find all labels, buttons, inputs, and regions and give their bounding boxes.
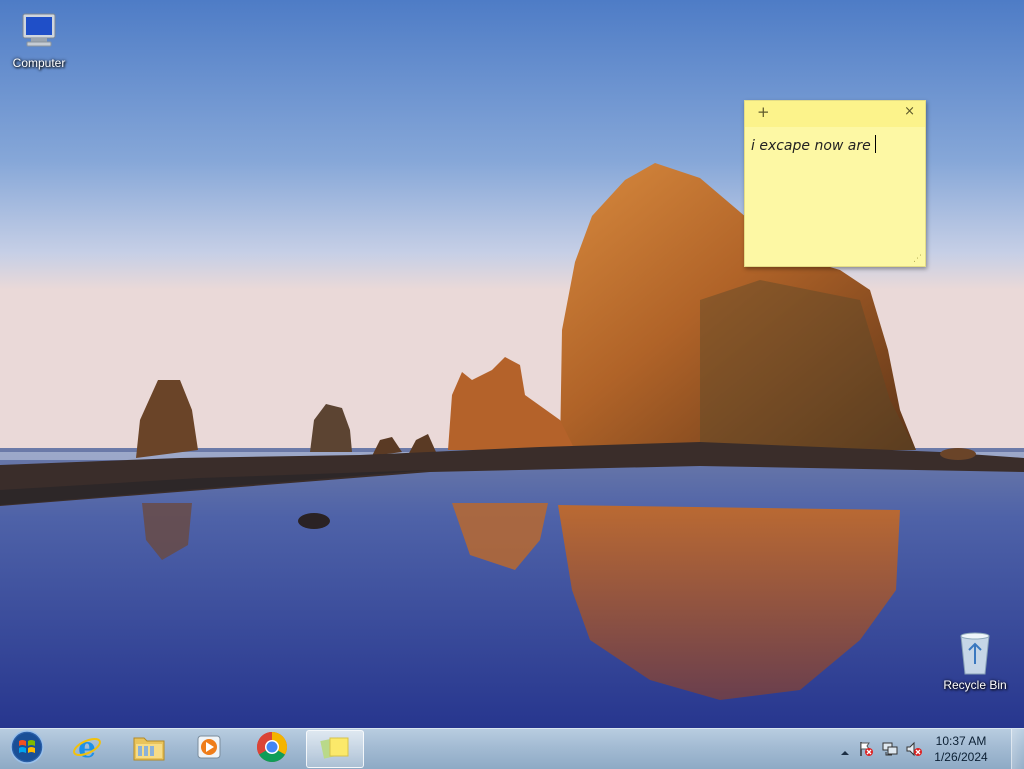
sticky-note[interactable]: + × i excape now are ⋰: [744, 100, 926, 267]
show-desktop-button[interactable]: [1011, 729, 1024, 769]
taskbar-windows-explorer[interactable]: [122, 730, 176, 768]
start-button[interactable]: [6, 730, 48, 768]
sticky-note-text: i excape now are: [751, 138, 871, 154]
taskbar-internet-explorer[interactable]: e: [60, 730, 114, 768]
resize-grip-icon[interactable]: ⋰: [913, 254, 922, 264]
taskbar-sticky-notes[interactable]: [306, 730, 364, 768]
new-note-button[interactable]: +: [757, 103, 770, 121]
recycle-bin-icon: [940, 630, 1010, 676]
desktop-icon-recycle-bin[interactable]: Recycle Bin: [940, 630, 1010, 692]
windows-start-orb-icon: [9, 729, 45, 769]
computer-icon: [4, 10, 74, 54]
desktop-icon-computer[interactable]: Computer: [4, 10, 74, 70]
network-icon[interactable]: [882, 741, 898, 761]
sticky-notes-icon: [319, 733, 351, 765]
text-caret: [874, 135, 876, 153]
volume-muted-icon[interactable]: [906, 741, 922, 761]
close-note-button[interactable]: ×: [904, 104, 915, 119]
show-hidden-icons-button[interactable]: [840, 743, 850, 762]
system-clock[interactable]: 10:37 AM 1/26/2024: [928, 733, 994, 765]
media-player-icon: [195, 733, 223, 765]
action-center-flag-icon[interactable]: [858, 741, 874, 761]
internet-explorer-icon: e: [71, 731, 103, 767]
desktop-icon-label: Computer: [12, 56, 66, 70]
sticky-note-text-area[interactable]: i excape now are: [751, 135, 876, 154]
desktop[interactable]: Computer Recycle Bin + × i excape now ar…: [0, 0, 1024, 728]
taskbar: e 10:37 AM 1/26/2024: [0, 728, 1024, 769]
svg-text:e: e: [78, 731, 96, 763]
clock-time: 10:37 AM: [935, 734, 987, 748]
folder-icon: [132, 732, 166, 766]
taskbar-chrome[interactable]: [245, 730, 299, 768]
taskbar-media-player[interactable]: [182, 730, 236, 768]
clock-date: 1/26/2024: [934, 750, 988, 764]
chrome-icon: [256, 731, 288, 767]
desktop-icon-label: Recycle Bin: [943, 678, 1007, 692]
notification-area: 10:37 AM 1/26/2024: [834, 729, 1024, 769]
sticky-note-titlebar[interactable]: + ×: [745, 101, 925, 127]
